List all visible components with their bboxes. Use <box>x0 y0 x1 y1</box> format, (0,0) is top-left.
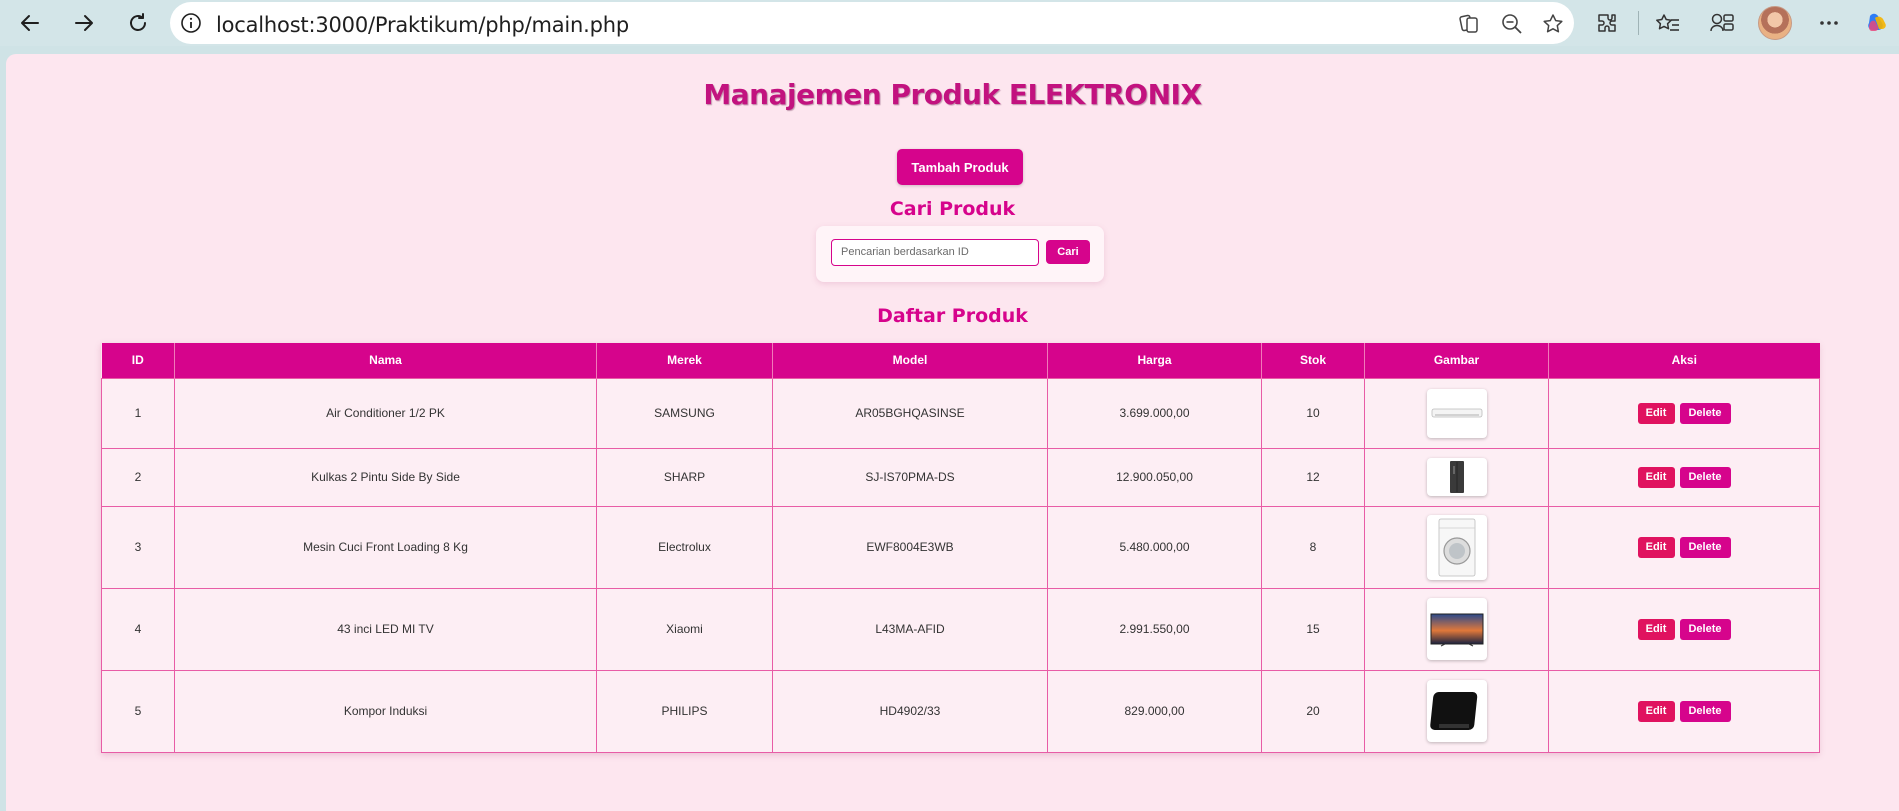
table-row: 3 Mesin Cuci Front Loading 8 Kg Electrol… <box>101 505 1820 589</box>
cell-id: 5 <box>101 669 175 753</box>
cell-harga: 2.991.550,00 <box>1047 587 1262 671</box>
cell-merek: Xiaomi <box>596 587 773 671</box>
column-header-model: Model <box>772 343 1048 378</box>
cell-id: 2 <box>101 447 175 507</box>
washing-machine-image <box>1426 514 1487 580</box>
cell-aksi: Edit Delete <box>1548 377 1820 449</box>
zoom-out-icon[interactable] <box>1499 11 1525 37</box>
copilot-icon[interactable] <box>1862 9 1892 37</box>
cell-aksi: Edit Delete <box>1548 505 1820 589</box>
edit-button[interactable]: Edit <box>1637 700 1675 722</box>
cell-nama: 43 inci LED MI TV <box>174 587 597 671</box>
refrigerator-image <box>1426 458 1487 496</box>
column-header-nama: Nama <box>174 343 597 378</box>
cell-model: AR05BGHQASINSE <box>772 377 1048 449</box>
cell-gambar <box>1364 447 1549 507</box>
cell-harga: 12.900.050,00 <box>1047 447 1262 507</box>
edit-button[interactable]: Edit <box>1637 466 1675 488</box>
column-header-aksi: Aksi <box>1548 343 1820 378</box>
cell-aksi: Edit Delete <box>1548 587 1820 671</box>
list-heading: Daftar Produk <box>877 305 1028 327</box>
edit-button[interactable]: Edit <box>1637 618 1675 640</box>
search-button[interactable]: Cari <box>1046 240 1090 264</box>
cell-harga: 5.480.000,00 <box>1047 505 1262 589</box>
page-title: Manajemen Produk ELEKTRONIX <box>703 78 1202 111</box>
cell-nama: Kulkas 2 Pintu Side By Side <box>174 447 597 507</box>
delete-button[interactable]: Delete <box>1679 618 1731 640</box>
cell-gambar <box>1364 669 1549 753</box>
table-row: 2 Kulkas 2 Pintu Side By Side SHARP SJ-I… <box>101 447 1820 507</box>
delete-button[interactable]: Delete <box>1679 536 1731 558</box>
delete-button[interactable]: Delete <box>1679 402 1731 424</box>
back-icon[interactable] <box>12 6 48 40</box>
cell-model: HD4902/33 <box>772 669 1048 753</box>
cell-model: EWF8004E3WB <box>772 505 1048 589</box>
table-row: 5 Kompor Induksi PHILIPS HD4902/33 829.0… <box>101 669 1820 753</box>
favorite-star-icon[interactable] <box>1540 11 1566 37</box>
tv-image <box>1426 598 1487 660</box>
refresh-icon[interactable] <box>120 6 156 40</box>
edit-button[interactable]: Edit <box>1637 536 1675 558</box>
edit-button[interactable]: Edit <box>1637 402 1675 424</box>
induction-cooker-image <box>1426 680 1487 742</box>
air-conditioner-image <box>1426 388 1487 438</box>
column-header-merek: Merek <box>596 343 773 378</box>
cell-aksi: Edit Delete <box>1548 447 1820 507</box>
cell-id: 3 <box>101 505 175 589</box>
cell-model: L43MA-AFID <box>772 587 1048 671</box>
reading-mode-icon[interactable] <box>1456 11 1482 37</box>
browser-toolbar: localhost:3000/Praktikum/php/main.php <box>0 0 1899 46</box>
site-info-icon[interactable] <box>180 12 202 34</box>
collections-icon[interactable] <box>1707 9 1737 37</box>
cell-merek: SHARP <box>596 447 773 507</box>
cell-stok: 10 <box>1261 377 1365 449</box>
cell-merek: Electrolux <box>596 505 773 589</box>
cell-merek: SAMSUNG <box>596 377 773 449</box>
page-viewport: Manajemen Produk ELEKTRONIX Tambah Produ… <box>6 54 1899 811</box>
cell-nama: Mesin Cuci Front Loading 8 Kg <box>174 505 597 589</box>
cell-gambar <box>1364 587 1549 671</box>
toolbar-divider <box>1638 11 1639 35</box>
cell-stok: 12 <box>1261 447 1365 507</box>
column-header-stok: Stok <box>1261 343 1365 378</box>
cell-model: SJ-IS70PMA-DS <box>772 447 1048 507</box>
cell-aksi: Edit Delete <box>1548 669 1820 753</box>
table-header-row: ID Nama Merek Model Harga Stok Gambar Ak… <box>101 343 1820 378</box>
column-header-harga: Harga <box>1047 343 1262 378</box>
cell-harga: 3.699.000,00 <box>1047 377 1262 449</box>
extensions-icon[interactable] <box>1592 9 1622 37</box>
delete-button[interactable]: Delete <box>1679 700 1731 722</box>
cell-merek: PHILIPS <box>596 669 773 753</box>
cell-nama: Kompor Induksi <box>174 669 597 753</box>
table-row: 4 43 inci LED MI TV Xiaomi L43MA-AFID 2.… <box>101 587 1820 671</box>
cell-stok: 8 <box>1261 505 1365 589</box>
cell-gambar <box>1364 377 1549 449</box>
product-table: ID Nama Merek Model Harga Stok Gambar Ak… <box>101 343 1820 753</box>
cell-stok: 15 <box>1261 587 1365 671</box>
cell-nama: Air Conditioner 1/2 PK <box>174 377 597 449</box>
url-text[interactable]: localhost:3000/Praktikum/php/main.php <box>216 13 629 37</box>
cell-gambar <box>1364 505 1549 589</box>
profile-avatar[interactable] <box>1758 6 1792 40</box>
cell-id: 1 <box>101 377 175 449</box>
column-header-id: ID <box>101 343 175 378</box>
search-input[interactable]: Pencarian berdasarkan ID <box>831 239 1039 266</box>
forward-icon[interactable] <box>66 6 102 40</box>
delete-button[interactable]: Delete <box>1679 466 1731 488</box>
add-product-button[interactable]: Tambah Produk <box>897 149 1023 185</box>
search-form: Pencarian berdasarkan ID Cari <box>816 226 1104 282</box>
more-menu-icon[interactable] <box>1814 9 1844 37</box>
favorites-icon[interactable] <box>1653 9 1683 37</box>
search-heading: Cari Produk <box>889 198 1016 220</box>
table-row: 1 Air Conditioner 1/2 PK SAMSUNG AR05BGH… <box>101 377 1820 449</box>
address-bar[interactable]: localhost:3000/Praktikum/php/main.php <box>170 2 1574 44</box>
cell-harga: 829.000,00 <box>1047 669 1262 753</box>
cell-stok: 20 <box>1261 669 1365 753</box>
column-header-gambar: Gambar <box>1364 343 1549 378</box>
cell-id: 4 <box>101 587 175 671</box>
